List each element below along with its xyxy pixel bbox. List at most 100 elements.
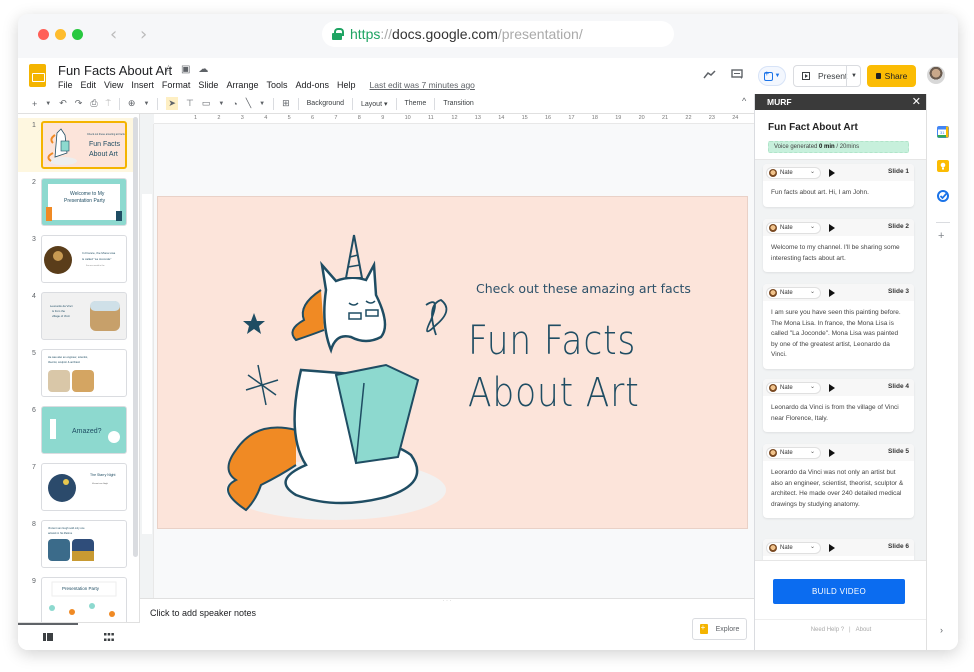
explore-button[interactable]: Explore <box>692 618 747 640</box>
image-dropdown[interactable]: ▼ <box>218 101 224 107</box>
tasks-icon[interactable] <box>937 190 949 202</box>
svg-text:He was also an engineer, scien: He was also an engineer, scientist, <box>48 355 88 359</box>
starry-night-thumb: The Starry Night Vincent van Gogh <box>48 473 116 502</box>
text-box-icon[interactable]: ⊤ <box>186 98 194 109</box>
menu-addons[interactable]: Add-ons <box>295 80 329 90</box>
current-slide[interactable]: Check out these amazing art facts Fun Fa… <box>157 196 748 529</box>
slide-title[interactable]: Fun Facts About Art <box>468 315 640 419</box>
redo-icon[interactable]: ↷ <box>75 98 83 109</box>
close-icon[interactable]: ✕ <box>912 95 921 108</box>
svg-text:Fun Facts: Fun Facts <box>89 141 121 148</box>
line-dropdown[interactable]: ▼ <box>259 101 265 107</box>
menu-insert[interactable]: Insert <box>131 80 154 90</box>
theme-button[interactable]: Theme <box>405 100 427 107</box>
new-meeting-button[interactable]: ▼ <box>758 66 786 86</box>
print-icon[interactable]: ⎙ <box>90 98 97 109</box>
slide-thumbnail[interactable]: 5 He was also an engineer, scientist, the… <box>18 346 136 400</box>
chevron-down-icon: ⌄ <box>809 384 815 390</box>
close-window-dot[interactable] <box>38 29 49 40</box>
background-button[interactable]: Background <box>307 100 344 107</box>
transition-button[interactable]: Transition <box>443 100 473 107</box>
image-icon[interactable]: ▭ <box>202 98 211 109</box>
grid-view-icon[interactable] <box>104 633 114 641</box>
svg-text:The Starry Night: The Starry Night <box>90 473 116 477</box>
add-addon-icon[interactable]: + <box>938 230 944 242</box>
voice-select[interactable]: Nate ⌄ <box>766 382 821 394</box>
need-help-link[interactable]: Need Help ? <box>811 627 844 633</box>
menu-help[interactable]: Help <box>337 80 356 90</box>
speaker-notes-placeholder[interactable]: Click to add speaker notes <box>150 608 256 618</box>
amazed-thumb: Amazed? <box>50 419 120 443</box>
expand-panel-icon[interactable]: › <box>940 625 943 635</box>
document-title[interactable]: Fun Facts About Art <box>58 63 172 78</box>
insert-comment-icon[interactable]: ⊞ <box>282 98 290 109</box>
slide-thumbnail[interactable]: 2 Welcome to My Presentation Party <box>18 175 136 229</box>
filmstrip-scrollbar[interactable] <box>133 117 138 557</box>
slide-thumbnail[interactable]: 7 The Starry Night Vincent van Gogh <box>18 460 136 514</box>
last-edit-link[interactable]: Last edit was 7 minutes ago <box>370 80 475 90</box>
voice-select[interactable]: Nate ⌄ <box>766 447 821 459</box>
voice-select[interactable]: Nate ⌄ <box>766 287 821 299</box>
play-icon[interactable] <box>829 224 835 232</box>
new-slide-dropdown[interactable]: ▼ <box>45 101 51 107</box>
menu-arrange[interactable]: Arrange <box>226 80 258 90</box>
activity-trend-icon[interactable] <box>703 70 716 79</box>
slides-logo-icon[interactable] <box>29 64 46 87</box>
select-cursor-icon[interactable]: ➤ <box>166 97 178 110</box>
slide-thumbnail[interactable]: 1 Check out these amazing art facts Fun F… <box>18 118 136 172</box>
move-folder-icon[interactable]: ▣ <box>181 64 190 75</box>
play-icon[interactable] <box>829 449 835 457</box>
present-options-dropdown[interactable]: ▼ <box>846 65 861 87</box>
cloud-status-icon[interactable]: ☁ <box>198 64 208 75</box>
user-avatar[interactable] <box>927 66 945 84</box>
zoom-dropdown[interactable]: ▼ <box>143 101 149 107</box>
keep-icon[interactable] <box>937 160 949 172</box>
script-text[interactable]: Leorardo da Vinci was not only an artist… <box>763 461 914 518</box>
maximize-window-dot[interactable] <box>72 29 83 40</box>
menu-slide[interactable]: Slide <box>198 80 218 90</box>
play-icon[interactable] <box>829 544 835 552</box>
play-icon[interactable] <box>829 169 835 177</box>
slide-thumbnail[interactable]: 3 In France, the Mona Lisa is called "La … <box>18 232 136 286</box>
filmstrip-view-icon[interactable] <box>43 633 53 641</box>
back-icon[interactable]: ‹ <box>110 24 117 45</box>
slide-thumbnail[interactable]: 8 Vincent van Gogh sold only one artwork … <box>18 517 136 571</box>
voice-select[interactable]: Nate ⌄ <box>766 542 821 554</box>
star-icon[interactable]: ☆ <box>164 64 173 75</box>
build-video-button[interactable]: BUILD VIDEO <box>773 579 905 604</box>
line-icon[interactable]: ╲ <box>246 98 251 109</box>
slide-subtitle[interactable]: Check out these amazing art facts <box>476 281 691 296</box>
script-text[interactable]: Fun facts about art. Hi, I am John. <box>763 181 914 207</box>
menu-file[interactable]: File <box>58 80 73 90</box>
menu-edit[interactable]: Edit <box>81 80 97 90</box>
speaker-notes[interactable]: Click to add speaker notes Explore <box>140 604 754 650</box>
slide-thumbnail[interactable]: 6 Amazed? <box>18 403 136 457</box>
calendar-icon[interactable]: 31 <box>937 126 949 138</box>
layout-button[interactable]: Layout ▾ <box>361 100 388 108</box>
slide-thumbnail[interactable]: 9 Presentation Party <box>18 574 136 628</box>
shape-icon[interactable]: ◔ <box>232 99 237 109</box>
zoom-icon[interactable]: ⊕ <box>128 98 136 109</box>
new-slide-button[interactable]: + <box>32 99 37 109</box>
slide-thumbnail[interactable]: 4 Leonardo da Vinci is from the village of… <box>18 289 136 343</box>
menu-view[interactable]: View <box>104 80 123 90</box>
slide-canvas[interactable]: 1234567891011121314151617181920212223242… <box>140 114 762 598</box>
play-icon[interactable] <box>829 289 835 297</box>
voice-select[interactable]: Nate ⌄ <box>766 167 821 179</box>
minimize-window-dot[interactable] <box>55 29 66 40</box>
address-bar[interactable]: https://docs.google.com /presentation/ <box>322 21 674 47</box>
collapse-toolbar-icon[interactable]: ^ <box>742 96 746 106</box>
undo-icon[interactable]: ↶ <box>59 98 67 109</box>
voice-select[interactable]: Nate ⌄ <box>766 222 821 234</box>
forward-icon[interactable]: › <box>140 24 147 45</box>
share-button[interactable]: Share <box>867 65 916 87</box>
script-text[interactable]: I am sure you have seen this painting be… <box>763 301 914 369</box>
play-icon[interactable] <box>829 384 835 392</box>
about-link[interactable]: About <box>856 627 872 633</box>
comment-history-icon[interactable] <box>731 69 743 80</box>
paint-format-icon[interactable]: ⍑ <box>106 98 111 109</box>
menu-format[interactable]: Format <box>162 80 191 90</box>
script-text[interactable]: Welcome to my channel. I'll be sharing s… <box>763 236 914 272</box>
menu-tools[interactable]: Tools <box>266 80 287 90</box>
script-text[interactable]: Leonardo da Vinci is from the village of… <box>763 396 914 432</box>
